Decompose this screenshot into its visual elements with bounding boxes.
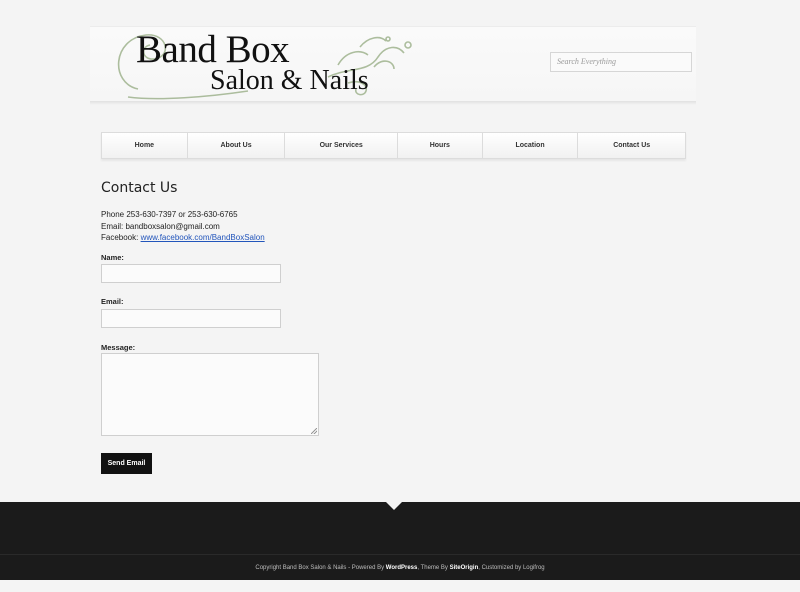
logo-line-2: Salon & Nails [210, 65, 369, 96]
phone-line: Phone 253-630-7397 or 253-630-6765 [101, 210, 238, 219]
theme-by-text: , Theme By [417, 565, 450, 571]
wordpress-link[interactable]: WordPress [386, 565, 418, 571]
facebook-link[interactable]: www.facebook.com/BandBoxSalon [141, 233, 265, 242]
search-input[interactable]: Search Everything [550, 52, 692, 72]
nav-item-location[interactable]: Location [483, 133, 579, 158]
footer-notch [386, 502, 402, 510]
site-logo[interactable]: Band Box Salon & Nails [98, 27, 518, 101]
name-label: Name: [101, 253, 124, 262]
logo-line-1: Band Box [136, 28, 290, 71]
contact-info: Phone 253-630-7397 or 253-630-6765 Email… [101, 209, 265, 244]
bottom-strip [0, 580, 800, 592]
email-label: Email: [101, 297, 124, 306]
facebook-line: Facebook: www.facebook.com/BandBoxSalon [101, 232, 265, 244]
page-title: Contact Us [101, 180, 178, 196]
email-field[interactable] [101, 309, 281, 328]
nav-item-home[interactable]: Home [102, 133, 188, 158]
nav-item-our-services[interactable]: Our Services [285, 133, 398, 158]
nav-item-hours[interactable]: Hours [398, 133, 483, 158]
main-nav: Home About Us Our Services Hours Locatio… [101, 132, 686, 159]
site-header: Band Box Salon & Nails Search Everything [90, 26, 696, 105]
facebook-prefix: Facebook: [101, 233, 141, 242]
copyright-text: Copyright Band Box Salon & Nails - Power… [255, 565, 386, 571]
site-footer: Copyright Band Box Salon & Nails - Power… [0, 502, 800, 580]
resize-grip-icon[interactable] [311, 428, 317, 434]
nav-item-about-us[interactable]: About Us [188, 133, 286, 158]
footer-copyright: Copyright Band Box Salon & Nails - Power… [0, 565, 800, 571]
name-field[interactable] [101, 264, 281, 283]
message-label: Message: [101, 343, 136, 352]
header-shadow [90, 101, 696, 105]
message-textarea[interactable] [101, 353, 319, 436]
footer-divider [0, 554, 800, 555]
siteorigin-link[interactable]: SiteOrigin [450, 565, 479, 571]
send-email-button[interactable]: Send Email [101, 453, 152, 474]
customized-text: , Customized by Logifrog [478, 565, 545, 571]
email-line: Email: bandboxsalon@gmail.com [101, 221, 220, 231]
nav-item-contact-us[interactable]: Contact Us [578, 133, 685, 158]
